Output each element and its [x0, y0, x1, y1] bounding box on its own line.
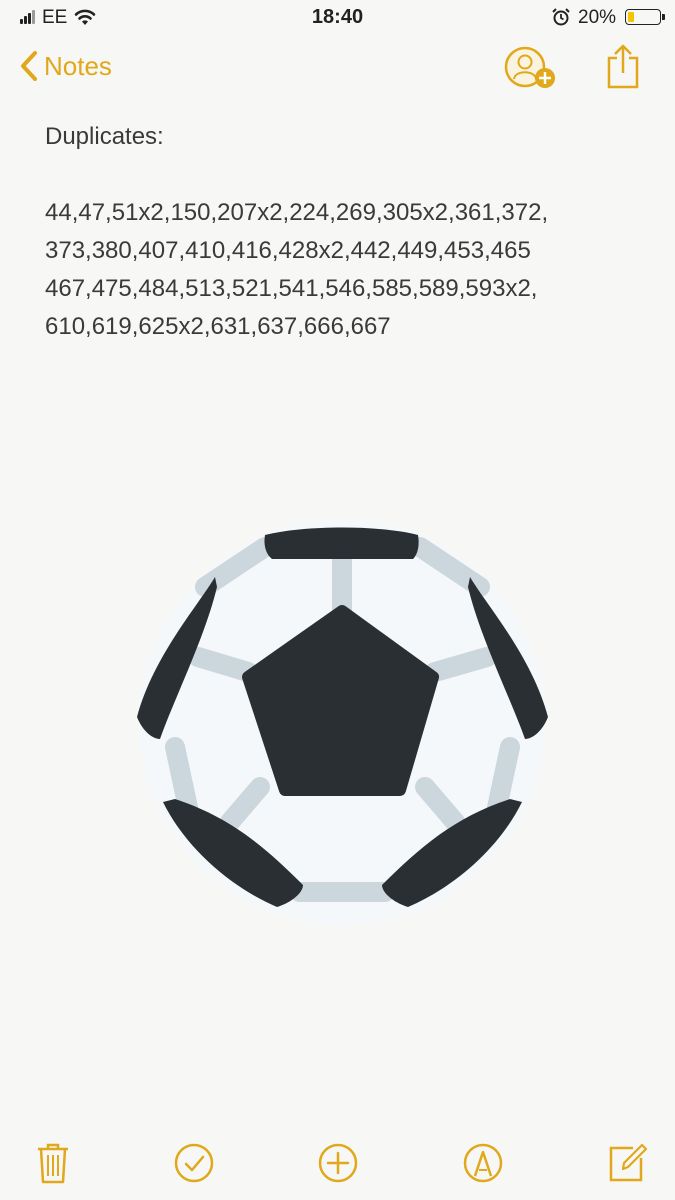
- soccer-ball-icon: [137, 519, 548, 925]
- status-bar: EE 18:40 20%: [0, 0, 675, 36]
- trash-icon[interactable]: [36, 1142, 70, 1184]
- back-label: Notes: [44, 50, 112, 81]
- compose-icon[interactable]: [607, 1142, 649, 1184]
- battery-level: [628, 12, 634, 22]
- note-title: Duplicates:: [45, 123, 164, 150]
- note-line: 44,47,51x2,150,207x2,224,269,305x2,361,3…: [45, 199, 549, 226]
- battery-icon: [625, 9, 661, 25]
- bottom-toolbar: [0, 1138, 675, 1190]
- alarm-icon: [552, 8, 570, 26]
- clock: 18:40: [311, 6, 364, 28]
- add-person-icon[interactable]: [503, 45, 561, 95]
- chevron-left-icon: [21, 51, 37, 81]
- note-line: 373,380,407,410,416,428x2,442,449,453,46…: [45, 237, 531, 264]
- note-line: 467,475,484,513,521,541,546,585,589,593x…: [45, 275, 538, 302]
- checklist-icon[interactable]: [173, 1142, 215, 1184]
- add-icon[interactable]: [317, 1142, 359, 1184]
- back-button[interactable]: Notes: [20, 50, 112, 82]
- navigation-bar: Notes: [0, 40, 675, 100]
- note-line: 610,619,625x2,631,637,666,667: [45, 313, 391, 340]
- note-body[interactable]: Duplicates: 44,47,51x2,150,207x2,224,269…: [45, 118, 645, 346]
- share-icon[interactable]: [605, 43, 641, 89]
- markup-icon[interactable]: [462, 1142, 504, 1184]
- battery-tip: [662, 14, 665, 20]
- battery-percent: 20%: [578, 7, 617, 28]
